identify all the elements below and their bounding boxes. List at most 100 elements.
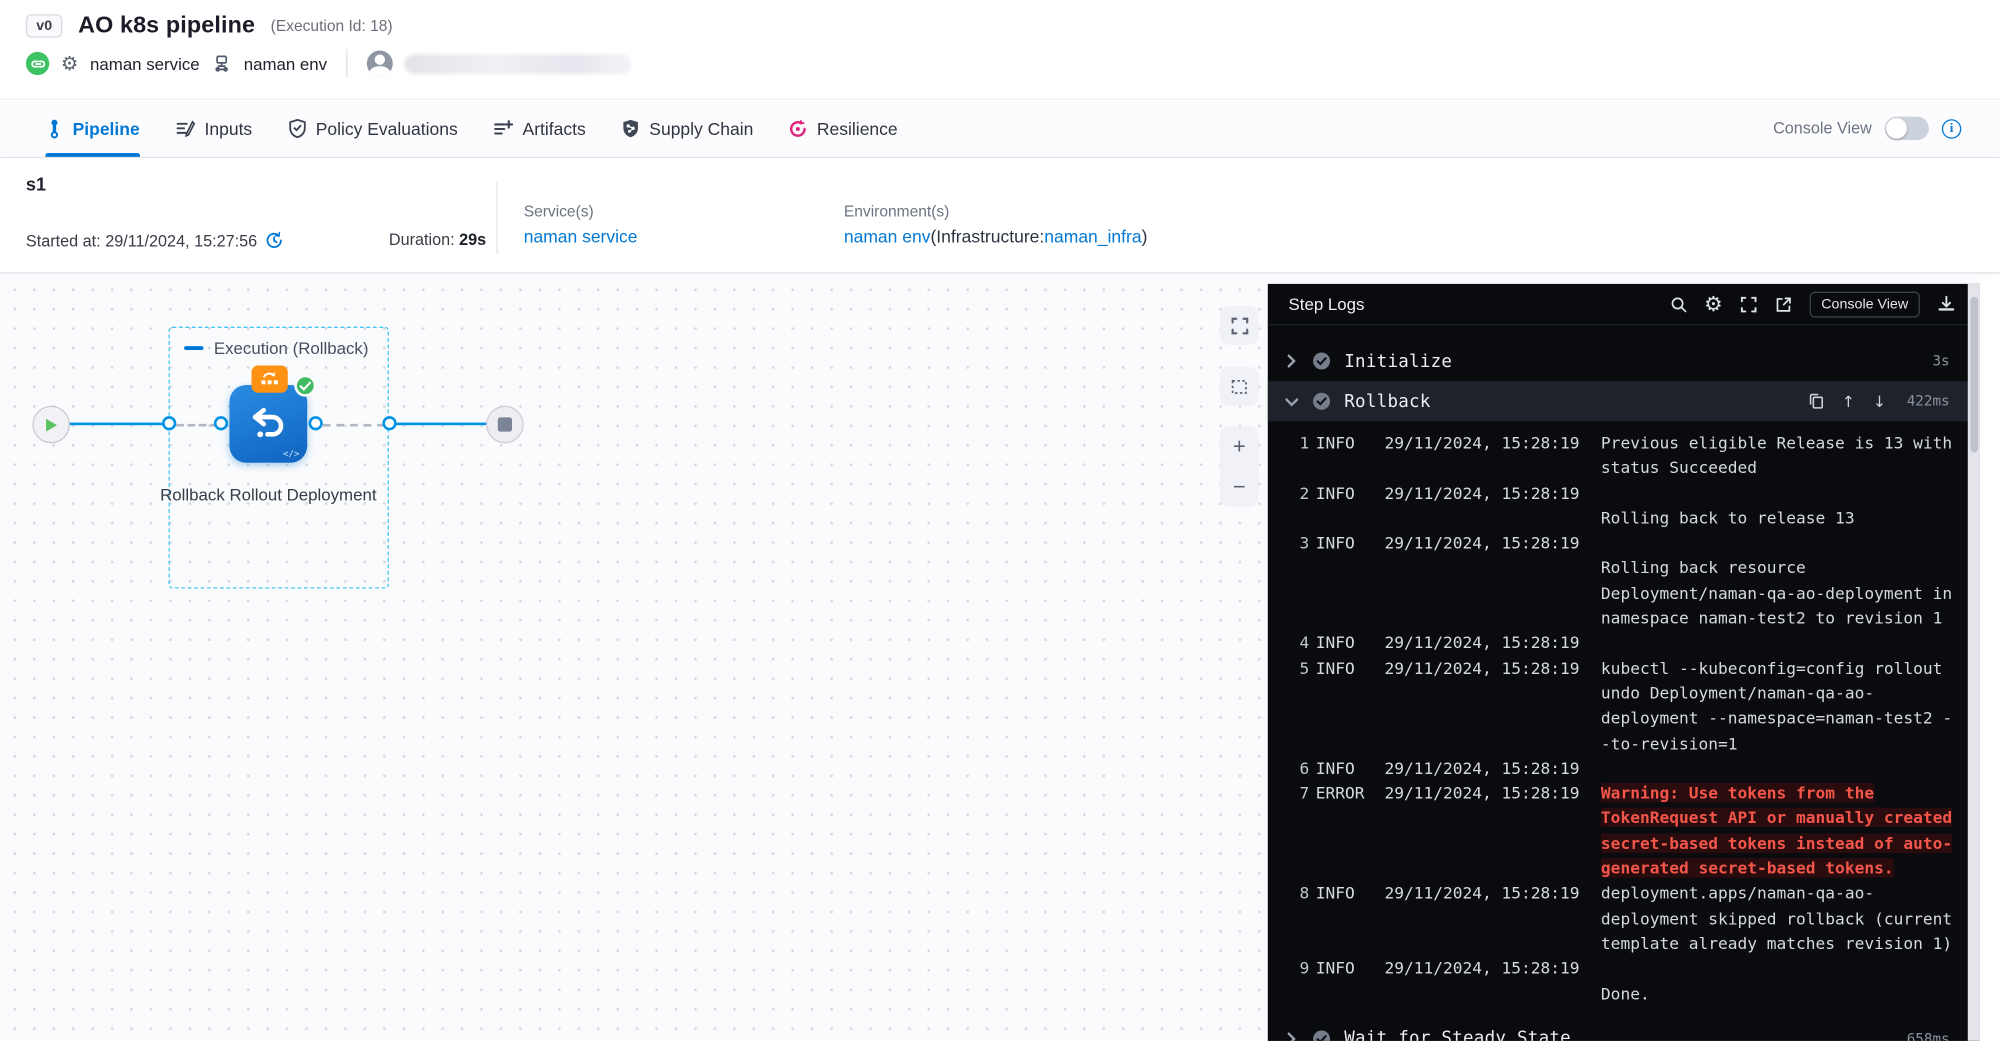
environment-line: naman env(Infrastructure:naman_infra) (844, 227, 1148, 246)
log-settings-gear-icon[interactable]: ⚙ (1704, 291, 1723, 317)
log-lines[interactable]: 1 INFO 29/11/2024, 15:28:19 Previous eli… (1268, 421, 1968, 1011)
rollout-deployment-badge-icon (251, 366, 287, 393)
zoom-in-button[interactable]: + (1233, 436, 1246, 458)
tab-artifacts[interactable]: Artifacts (493, 100, 586, 157)
scroll-top-icon[interactable]: ↑ (1842, 392, 1855, 410)
log-section-initialize[interactable]: Initialize 3s (1268, 341, 1968, 381)
line-number: 7 (1289, 781, 1310, 881)
canvas-select-button[interactable] (1220, 367, 1259, 406)
zoom-out-button[interactable]: − (1233, 476, 1246, 498)
log-message: Rolling back resource Deployment/naman-q… (1601, 530, 1961, 630)
link-icon (30, 56, 44, 70)
tab-label: Inputs (205, 119, 253, 138)
log-level: INFO (1316, 881, 1378, 956)
pipeline-icon (45, 119, 63, 138)
download-logs-icon[interactable] (1937, 294, 1956, 313)
version-badge: v0 (26, 14, 63, 37)
step-logs-panel: Step Logs ⚙ Console View (1268, 284, 1980, 1041)
inputs-icon (175, 119, 196, 137)
log-body: Initialize 3s Rollback ↑ ↓ 422ms (1268, 325, 1980, 1041)
log-entry: 5 INFO 29/11/2024, 15:28:19 kubectl --ku… (1289, 656, 1968, 756)
pipeline-end-node[interactable] (486, 406, 524, 444)
section-duration: 658ms (1907, 1030, 1950, 1041)
line-number: 3 (1289, 530, 1310, 630)
tab-pipeline[interactable]: Pipeline (45, 100, 139, 157)
log-message (1601, 630, 1961, 655)
infrastructure-link[interactable]: naman_infra (1044, 227, 1141, 246)
log-message: Warning: Use tokens from the TokenReques… (1601, 781, 1961, 881)
section-tools: ↑ ↓ 422ms (1808, 392, 1950, 410)
log-scrollbar[interactable] (1968, 284, 1980, 1041)
tab-policy-evaluations[interactable]: Policy Evaluations (287, 100, 458, 157)
canvas-zoom-controls: + − (1220, 426, 1259, 506)
check-glyph (299, 380, 311, 390)
tab-inputs[interactable]: Inputs (175, 100, 252, 157)
header-environment-name[interactable]: naman env (244, 54, 327, 73)
log-timestamp: 29/11/2024, 15:28:19 (1384, 956, 1594, 1006)
log-section-wait-for-steady-state[interactable]: Wait for Steady State 658ms (1268, 1019, 1968, 1041)
play-icon (44, 417, 58, 433)
log-entry: 6 INFO 29/11/2024, 15:28:19 (1289, 756, 1968, 781)
log-section-rollback[interactable]: Rollback ↑ ↓ 422ms (1268, 381, 1968, 421)
scrollbar-thumb[interactable] (1970, 297, 1978, 453)
log-message: Previous eligible Release is 13 with sta… (1601, 430, 1961, 480)
edge-start (69, 423, 173, 426)
tab-label: Artifacts (523, 119, 586, 138)
toggle-knob (1886, 118, 1907, 139)
tab-supply-chain[interactable]: Supply Chain (621, 100, 754, 157)
log-level: ERROR (1316, 781, 1378, 881)
template-code-glyph: </> (283, 449, 299, 459)
log-message (1601, 756, 1961, 781)
user-avatar-icon (367, 51, 393, 77)
log-entry: 4 INFO 29/11/2024, 15:28:19 (1289, 630, 1968, 655)
expand-fullscreen-icon[interactable] (1740, 295, 1758, 313)
log-panel-header: Step Logs ⚙ Console View (1268, 284, 1980, 325)
chevron-right-icon[interactable] (1283, 1032, 1299, 1041)
open-in-new-icon[interactable] (1775, 295, 1793, 313)
section-name: Rollback (1344, 391, 1430, 412)
stage-summary-bar: s1 Started at: 29/11/2024, 15:27:56 Dura… (0, 158, 2000, 273)
step-success-icon (1312, 351, 1331, 370)
services-label: Service(s) (524, 202, 638, 220)
tab-resilience[interactable]: Resilience (788, 100, 897, 157)
collapse-minus-icon[interactable] (184, 346, 203, 351)
environment-link[interactable]: naman env (844, 227, 931, 246)
log-panel-title: Step Logs (1289, 294, 1365, 313)
section-duration: 422ms (1907, 393, 1950, 410)
connector-dot (214, 416, 228, 430)
service-link[interactable]: naman service (524, 227, 638, 246)
log-entry: 9 INFO 29/11/2024, 15:28:19 Done. (1289, 956, 1968, 1006)
tab-label: Resilience (817, 119, 898, 138)
node-label: Rollback Rollout Deployment (158, 484, 378, 506)
environment-icon (211, 53, 232, 74)
header-service-name[interactable]: naman service (90, 54, 200, 73)
title-row: v0 AO k8s pipeline (Execution Id: 18) (26, 0, 1974, 39)
search-icon[interactable] (1669, 295, 1687, 313)
info-icon[interactable]: i (1942, 119, 1961, 138)
scroll-bottom-icon[interactable]: ↓ (1873, 392, 1886, 410)
chevron-right-icon[interactable] (1283, 354, 1299, 368)
copy-icon[interactable] (1808, 393, 1824, 410)
console-view-button[interactable]: Console View (1810, 291, 1920, 317)
retry-history-icon[interactable] (265, 231, 284, 250)
line-number: 2 (1289, 480, 1310, 530)
step-success-icon (1312, 1029, 1331, 1041)
log-timestamp: 29/11/2024, 15:28:19 (1384, 630, 1594, 655)
environments-label: Environment(s) (844, 202, 1148, 220)
pipeline-start-node[interactable] (32, 406, 70, 444)
duration: Duration: 29s (389, 231, 486, 249)
rollback-rollout-deployment-node[interactable]: </> (229, 385, 307, 463)
console-view-toggle[interactable] (1885, 117, 1929, 140)
section-name: Initialize (1344, 351, 1452, 372)
artifacts-icon (493, 119, 514, 137)
tabbar-right-controls: Console View i (1773, 117, 1961, 140)
chevron-down-icon[interactable] (1283, 396, 1299, 406)
cd-status-icon (26, 52, 49, 75)
log-timestamp: 29/11/2024, 15:28:19 (1384, 656, 1594, 756)
log-timestamp: 29/11/2024, 15:28:19 (1384, 756, 1594, 781)
canvas-fullscreen-button[interactable] (1220, 306, 1259, 345)
page-title: AO k8s pipeline (78, 12, 255, 39)
stage-name[interactable]: s1 (26, 174, 1974, 195)
log-level: INFO (1316, 656, 1378, 756)
success-check-icon (294, 375, 316, 397)
